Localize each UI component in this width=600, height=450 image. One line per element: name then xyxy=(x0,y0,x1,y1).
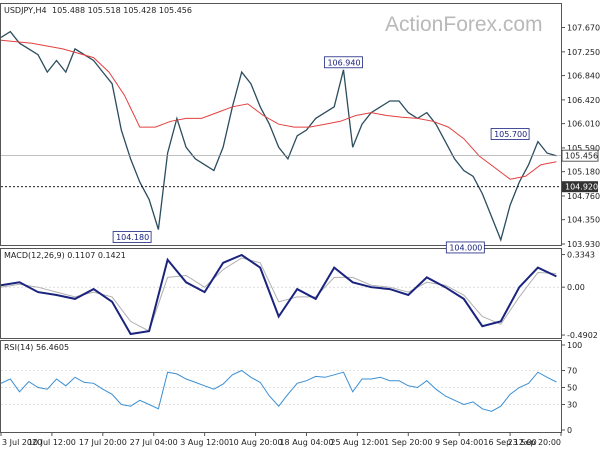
time-tick-label: 18 Aug 04:00 xyxy=(279,438,333,447)
price-tick-label: 106.420 xyxy=(567,96,600,105)
support-level-label: 104.920 xyxy=(565,183,598,192)
time-tick-label: 10 Jul 12:00 xyxy=(28,438,76,447)
rsi-tick-label: 50 xyxy=(567,384,577,393)
price-tick-label: 104.350 xyxy=(567,216,600,225)
watermark: ActionForex.com xyxy=(385,13,543,36)
price-tick-label: 106.840 xyxy=(567,72,600,81)
time-tick-label: 3 Aug 12:00 xyxy=(180,438,229,447)
rsi-tick-label: 30 xyxy=(567,401,577,410)
price-annotation-label: 105.700 xyxy=(494,130,527,139)
time-tick-label: 23 Sep 20:00 xyxy=(508,438,561,447)
price-tick-label: 107.670 xyxy=(567,24,600,33)
symbol-label: USDJPY,H4 xyxy=(4,6,47,15)
ohlc-label: 105.488 105.518 105.428 105.456 xyxy=(52,6,192,15)
rsi-tick-label: 70 xyxy=(567,367,577,376)
rsi-tick-label: 0 xyxy=(567,426,572,435)
time-tick-label: 9 Sep 04:00 xyxy=(435,438,483,447)
price-tick-label: 107.250 xyxy=(567,48,600,57)
time-tick-label: 1 Sep 20:00 xyxy=(384,438,432,447)
price-annotation-label: 104.180 xyxy=(116,233,149,242)
price-annotation-label: 104.000 xyxy=(449,243,482,252)
price-tick-label: 106.010 xyxy=(567,120,600,129)
time-tick-label: 27 Jul 04:00 xyxy=(130,438,178,447)
time-tick-label: 17 Jul 20:00 xyxy=(79,438,127,447)
rsi-tick-label: 100 xyxy=(567,341,582,350)
time-tick-label: 10 Aug 20:00 xyxy=(229,438,283,447)
time-tick-label: 25 Aug 12:00 xyxy=(330,438,384,447)
macd-tick-label: 0.00 xyxy=(567,283,585,292)
macd-tick-label: -0.4902 xyxy=(567,331,598,340)
price-tick-label: 103.930 xyxy=(567,240,600,249)
rsi-title: RSI(14) 56.4605 xyxy=(4,343,69,352)
macd-tick-label: 0.3343 xyxy=(567,251,595,260)
price-tick-label: 105.180 xyxy=(567,168,600,177)
price-tick-label: 104.760 xyxy=(567,192,600,201)
current-price-label: 105.456 xyxy=(565,152,598,161)
usdjpy-h4-chart: ActionForex.com USDJPY,H4 105.488 105.51… xyxy=(0,0,600,450)
price-annotation-label: 106.940 xyxy=(327,58,360,67)
macd-title: MACD(12,26,9) 0.1107 0.1421 xyxy=(4,251,126,260)
